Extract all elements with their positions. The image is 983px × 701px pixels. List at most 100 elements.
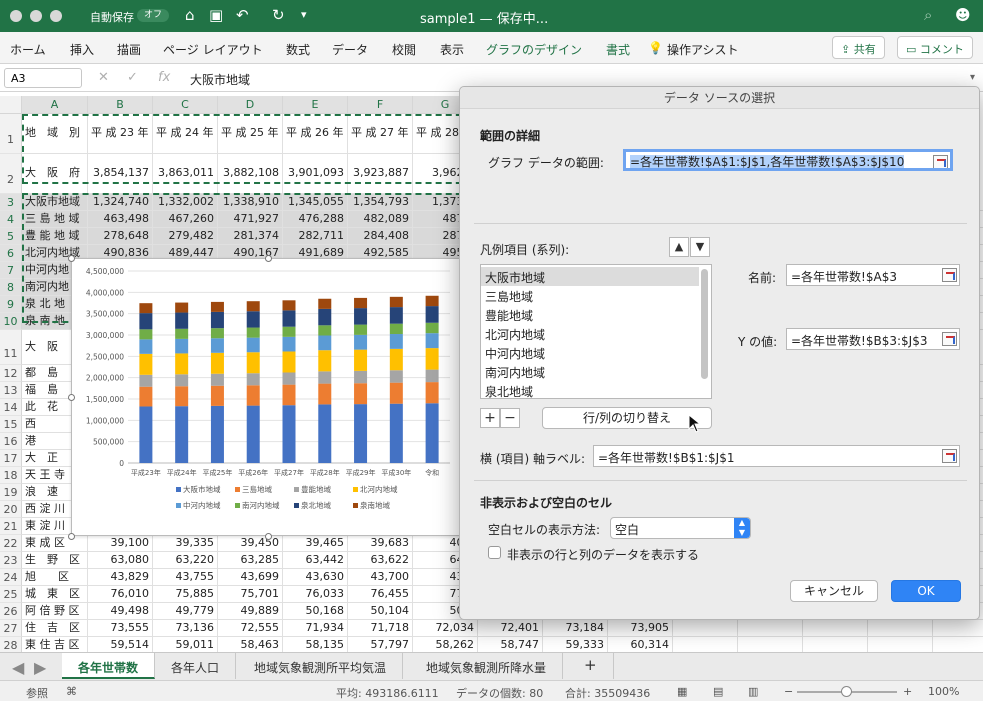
bar-segment[interactable] [318, 350, 332, 372]
range-picker-icon[interactable] [933, 155, 948, 168]
value-cell[interactable]: 72,401 [478, 620, 543, 637]
column-header-f[interactable]: F [348, 96, 413, 114]
resize-handle[interactable] [68, 394, 75, 401]
value-cell[interactable]: 58,262 [413, 637, 478, 652]
comment-button[interactable]: ▭ コメント [897, 36, 973, 59]
row-header[interactable]: 19 [0, 484, 22, 501]
bar-segment[interactable] [282, 300, 296, 311]
row-header[interactable]: 24 [0, 569, 22, 586]
cancel-button[interactable]: キャンセル [790, 580, 878, 602]
row-header[interactable]: 11 [0, 330, 22, 365]
value-cell[interactable] [673, 637, 738, 652]
value-cell[interactable] [868, 620, 933, 637]
bar-segment[interactable] [210, 301, 224, 312]
customize-toolbar-icon[interactable]: ▾ [301, 6, 307, 24]
bar-segment[interactable] [425, 333, 439, 349]
bar-segment[interactable] [389, 307, 403, 324]
bar-segment[interactable] [139, 313, 153, 330]
row-header[interactable]: 28 [0, 637, 22, 652]
ward-label-cell[interactable]: 住 吉 区 [22, 620, 88, 637]
row-header[interactable]: 13 [0, 382, 22, 399]
resize-handle[interactable] [68, 255, 75, 262]
value-cell[interactable]: 60,314 [608, 637, 673, 652]
bar-segment[interactable] [354, 370, 368, 384]
show-hidden-checkbox[interactable] [488, 546, 501, 559]
legend-label[interactable]: 大阪市地域 [183, 484, 221, 494]
series-item[interactable]: 豊能地域 [481, 305, 699, 324]
bar-segment[interactable] [389, 323, 403, 335]
tab-tell-me[interactable]: 操作アシスト [667, 41, 739, 58]
bar-segment[interactable] [175, 338, 189, 354]
value-cell[interactable] [673, 620, 738, 637]
insert-function-icon[interactable]: fx [158, 70, 170, 85]
legend-label[interactable]: 中河内地域 [183, 500, 221, 510]
bar-segment[interactable] [354, 308, 368, 325]
prefecture-label-cell[interactable]: 大 阪 府 [22, 154, 88, 194]
value-cell[interactable]: 39,450 [218, 535, 283, 552]
row-header[interactable]: 4 [0, 211, 22, 228]
select-all-corner[interactable] [0, 96, 22, 114]
value-cell[interactable]: 43,630 [283, 569, 348, 586]
series-item[interactable]: 中河内地域 [481, 343, 699, 362]
value-cell[interactable]: 278,648 [88, 228, 153, 245]
add-series-button[interactable]: + [480, 408, 500, 428]
series-item[interactable]: 泉北地域 [481, 381, 699, 398]
row-header[interactable]: 10 [0, 313, 22, 330]
zoom-level[interactable]: 100% [928, 685, 959, 698]
bar-segment[interactable] [389, 370, 403, 383]
zoom-slider-thumb[interactable] [841, 686, 852, 697]
bar-segment[interactable] [425, 403, 439, 463]
ward-label-cell[interactable]: 旭 区 [22, 569, 88, 586]
next-sheet-icon[interactable]: ▶ [34, 658, 46, 677]
tab-page-layout[interactable]: ページ レイアウト [163, 41, 263, 58]
tab-review[interactable]: 校閲 [392, 41, 416, 58]
value-cell[interactable]: 1,324,740 [88, 194, 153, 211]
bar-segment[interactable] [210, 338, 224, 353]
search-icon[interactable]: ⌕ [924, 6, 932, 24]
bar-segment[interactable] [139, 303, 153, 314]
value-cell[interactable]: 73,555 [88, 620, 153, 637]
bar-segment[interactable] [282, 351, 296, 373]
value-cell[interactable]: 43,755 [153, 569, 218, 586]
value-cell[interactable]: 58,135 [283, 637, 348, 652]
region-label-cell[interactable]: 大阪市地域 [22, 194, 88, 211]
legend-label[interactable]: 泉北地域 [301, 500, 331, 510]
value-cell[interactable]: 463,498 [88, 211, 153, 228]
value-cell[interactable]: 282,711 [283, 228, 348, 245]
formula-input[interactable]: 大阪市地域 [190, 71, 250, 88]
bar-segment[interactable] [425, 295, 439, 307]
tab-home[interactable]: ホーム [10, 41, 46, 58]
value-cell[interactable] [868, 637, 933, 652]
page-break-view-icon[interactable]: ▥ [748, 685, 758, 698]
bar-segment[interactable] [425, 348, 439, 370]
bar-segment[interactable] [282, 336, 296, 352]
value-cell[interactable]: 284,408 [348, 228, 413, 245]
sheet-tab-households[interactable]: 各年世帯数 [62, 653, 156, 679]
bar-segment[interactable] [175, 386, 189, 407]
bar-segment[interactable] [210, 373, 224, 386]
value-cell[interactable]: 75,885 [153, 586, 218, 603]
value-cell[interactable]: 73,184 [543, 620, 608, 637]
value-cell[interactable]: 63,080 [88, 552, 153, 569]
value-cell[interactable]: 1,338,910 [218, 194, 283, 211]
bar-segment[interactable] [389, 334, 403, 349]
row-header[interactable]: 26 [0, 603, 22, 620]
bar-segment[interactable] [210, 385, 224, 406]
value-cell[interactable]: 50,168 [283, 603, 348, 620]
column-header-b[interactable]: B [88, 96, 153, 114]
value-cell[interactable]: 63,442 [283, 552, 348, 569]
value-cell[interactable]: 39,683 [348, 535, 413, 552]
value-cell[interactable]: 39,465 [283, 535, 348, 552]
move-up-icon[interactable]: ▲ [669, 237, 689, 257]
value-cell[interactable] [933, 620, 983, 637]
value-cell[interactable]: 49,498 [88, 603, 153, 620]
tab-format[interactable]: 書式 [606, 41, 630, 58]
year-header-cell[interactable]: 平 成 27 年 [348, 114, 413, 154]
bar-segment[interactable] [389, 382, 403, 404]
bar-segment[interactable] [210, 405, 224, 463]
bar-segment[interactable] [425, 322, 439, 334]
value-cell[interactable] [738, 637, 803, 652]
bar-segment[interactable] [139, 353, 153, 375]
value-cell[interactable]: 3,854,137 [88, 154, 153, 194]
switch-row-column-button[interactable]: 行/列の切り替え [542, 407, 712, 429]
